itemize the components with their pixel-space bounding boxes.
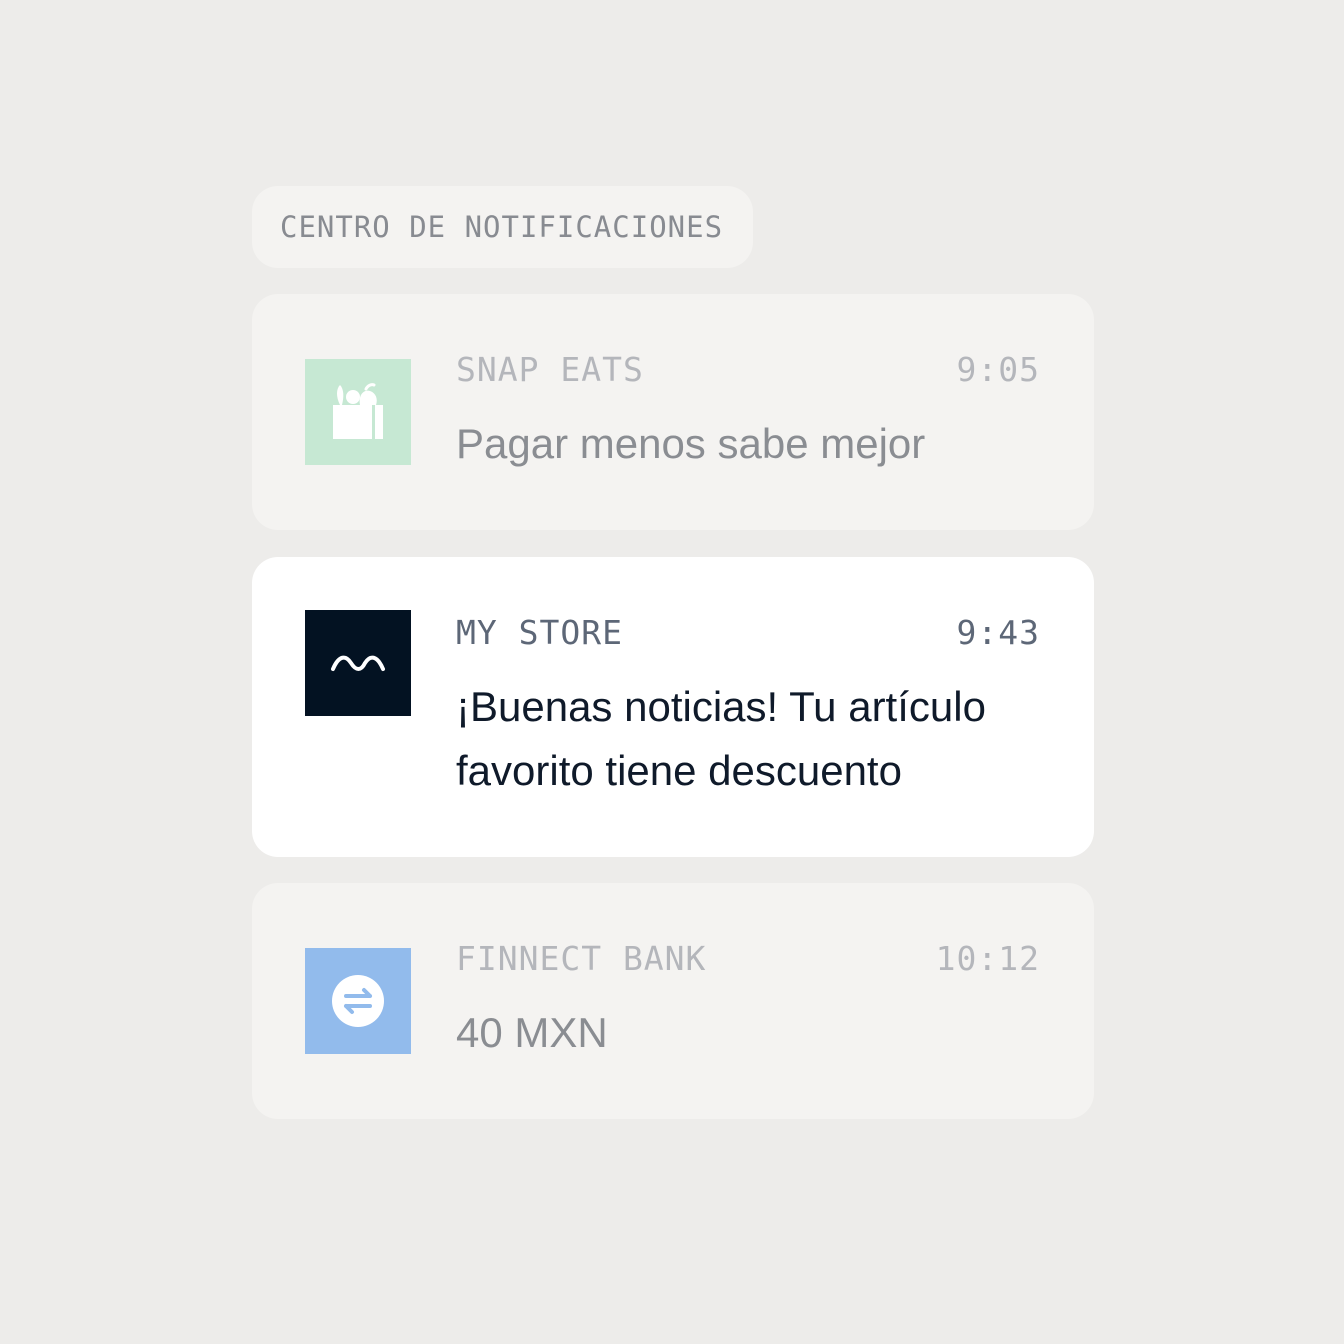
- wave-logo-icon: [305, 610, 411, 716]
- notification-center-header: CENTRO DE NOTIFICACIONES: [252, 186, 753, 268]
- notification-card-my-store[interactable]: MY STORE 9:43 ¡Buenas noticias! Tu artíc…: [252, 557, 1094, 857]
- notification-card-finnect-bank[interactable]: FINNECT BANK 10:12 40 MXN: [252, 883, 1094, 1119]
- grocery-bag-icon: [305, 359, 411, 465]
- app-name: MY STORE: [456, 613, 623, 652]
- notification-message: 40 MXN: [456, 1009, 608, 1056]
- notification-time: 10:12: [935, 939, 1040, 978]
- notification-message: ¡Buenas noticias! Tu artículo favorito t…: [456, 683, 986, 794]
- notification-time: 9:05: [956, 350, 1040, 389]
- transfer-arrows-icon: [305, 948, 411, 1054]
- notification-center-title: CENTRO DE NOTIFICACIONES: [280, 210, 724, 244]
- app-name: FINNECT BANK: [456, 939, 707, 978]
- app-name: SNAP EATS: [456, 350, 644, 389]
- notification-message: Pagar menos sabe mejor: [456, 420, 926, 467]
- notification-time: 9:43: [956, 613, 1040, 652]
- notification-card-snap-eats[interactable]: SNAP EATS 9:05 Pagar menos sabe mejor: [252, 294, 1094, 530]
